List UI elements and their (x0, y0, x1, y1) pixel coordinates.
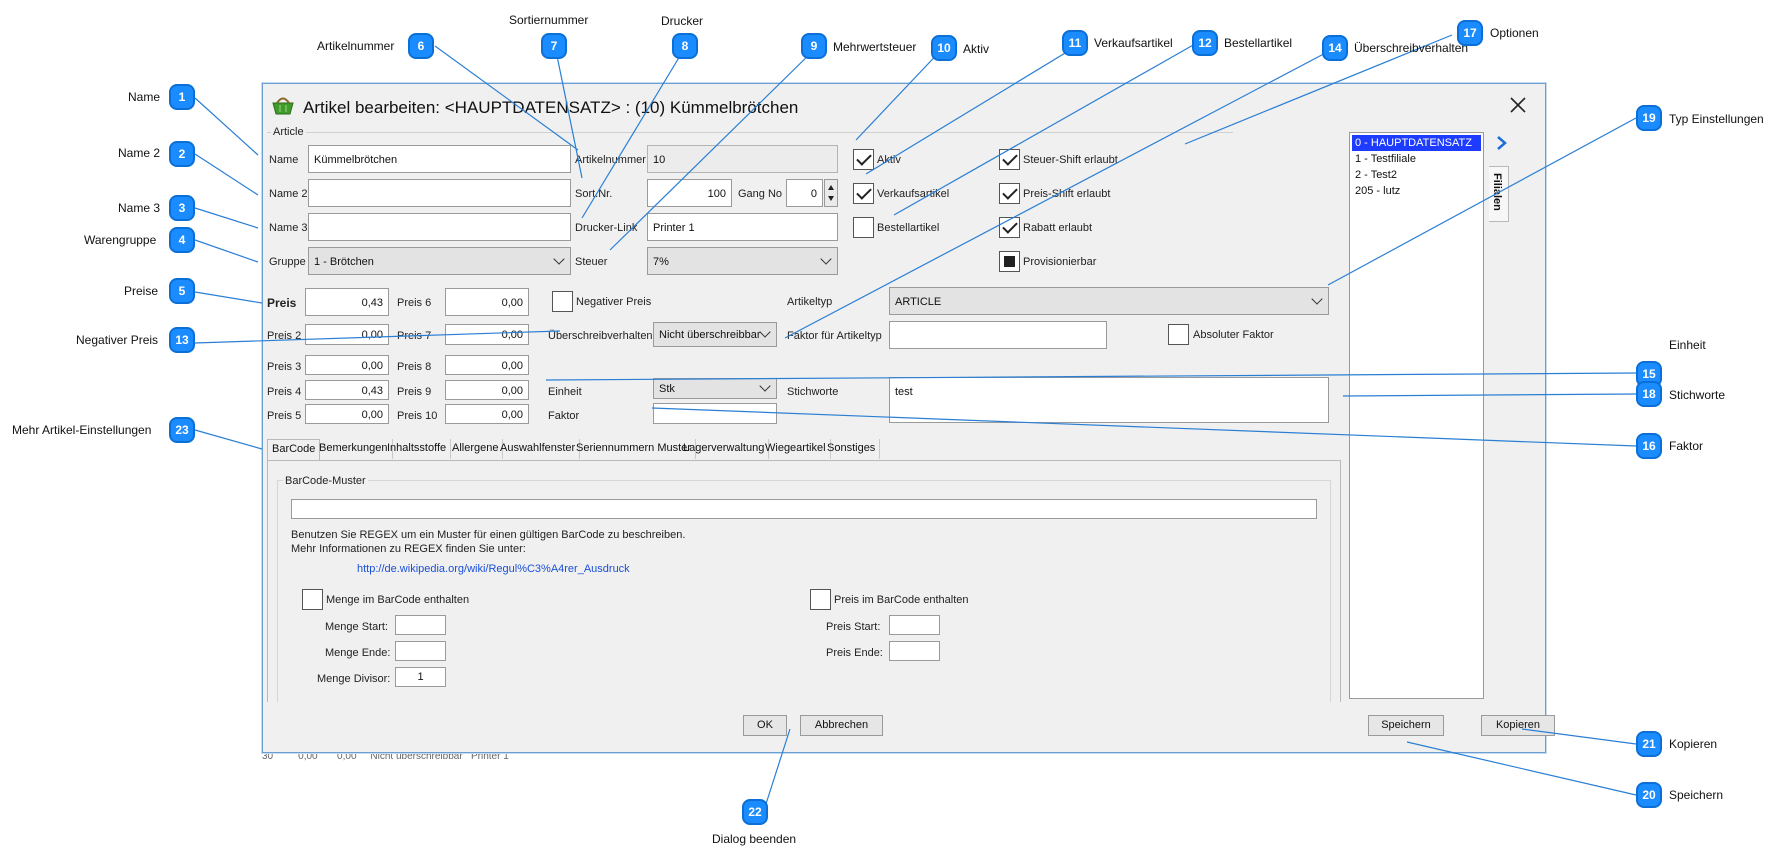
marker-21: 21 (1636, 731, 1662, 757)
annotation-drucker: Drucker (661, 14, 704, 28)
annotation-verkaufsartikel: Verkaufsartikel (1094, 36, 1173, 50)
marker-6: 6 (408, 33, 434, 59)
marker-12: 12 (1192, 30, 1218, 56)
marker-3: 3 (169, 195, 195, 221)
screenshot-stage: 30 0,00 0,00 Nicht überschreibbar Printe… (0, 0, 1781, 859)
marker-23: 23 (169, 417, 195, 443)
annotation-kopieren: Kopieren (1669, 737, 1718, 751)
marker-11: 11 (1062, 30, 1088, 56)
marker-13: 13 (169, 327, 195, 353)
annotation-artikelnummer: Artikelnummer (317, 39, 395, 53)
marker-10: 10 (931, 35, 957, 61)
marker-1: 1 (169, 84, 195, 110)
marker-17: 17 (1457, 20, 1483, 46)
annotation-dialog-beenden: Dialog beenden (712, 832, 797, 846)
annotation-ueberschreibverhalten: Überschreibverhalten (1354, 41, 1469, 55)
annotation-lines (194, 34, 1637, 808)
marker-2: 2 (169, 141, 195, 167)
annotation-faktor: Faktor (1669, 439, 1704, 453)
marker-19: 19 (1636, 105, 1662, 131)
annotation-aktiv: Aktiv (963, 42, 990, 56)
marker-5: 5 (169, 278, 195, 304)
annotation-optionen: Optionen (1490, 26, 1539, 40)
annotation-mehrwertsteuer: Mehrwertsteuer (833, 40, 917, 54)
marker-8: 8 (672, 33, 698, 59)
annotation-name3: Name 3 (118, 201, 161, 215)
annotation-bestellartikel: Bestellartikel (1224, 36, 1293, 50)
annotation-stichworte: Stichworte (1669, 388, 1726, 402)
annotation-preise: Preise (124, 284, 159, 298)
marker-22: 22 (742, 799, 768, 825)
annotation-sortiernummer: Sortiernummer (509, 13, 589, 27)
annotation-typ-einstellungen: Typ Einstellungen (1669, 112, 1764, 126)
marker-7: 7 (541, 33, 567, 59)
annotation-warengruppe: Warengruppe (84, 233, 157, 247)
annotation-speichern: Speichern (1669, 788, 1724, 802)
annotation-negativer-preis: Negativer Preis (76, 333, 159, 347)
annotation-name: Name (128, 90, 161, 104)
marker-18: 18 (1636, 381, 1662, 407)
marker-4: 4 (169, 227, 195, 253)
annotation-name2: Name 2 (118, 146, 161, 160)
marker-16: 16 (1636, 433, 1662, 459)
annotation-mehr-artikel-einstellungen: Mehr Artikel-Einstellungen (12, 423, 152, 437)
annotation-einheit: Einheit (1669, 338, 1706, 352)
marker-20: 20 (1636, 782, 1662, 808)
marker-9: 9 (801, 33, 827, 59)
marker-14: 14 (1322, 35, 1348, 61)
